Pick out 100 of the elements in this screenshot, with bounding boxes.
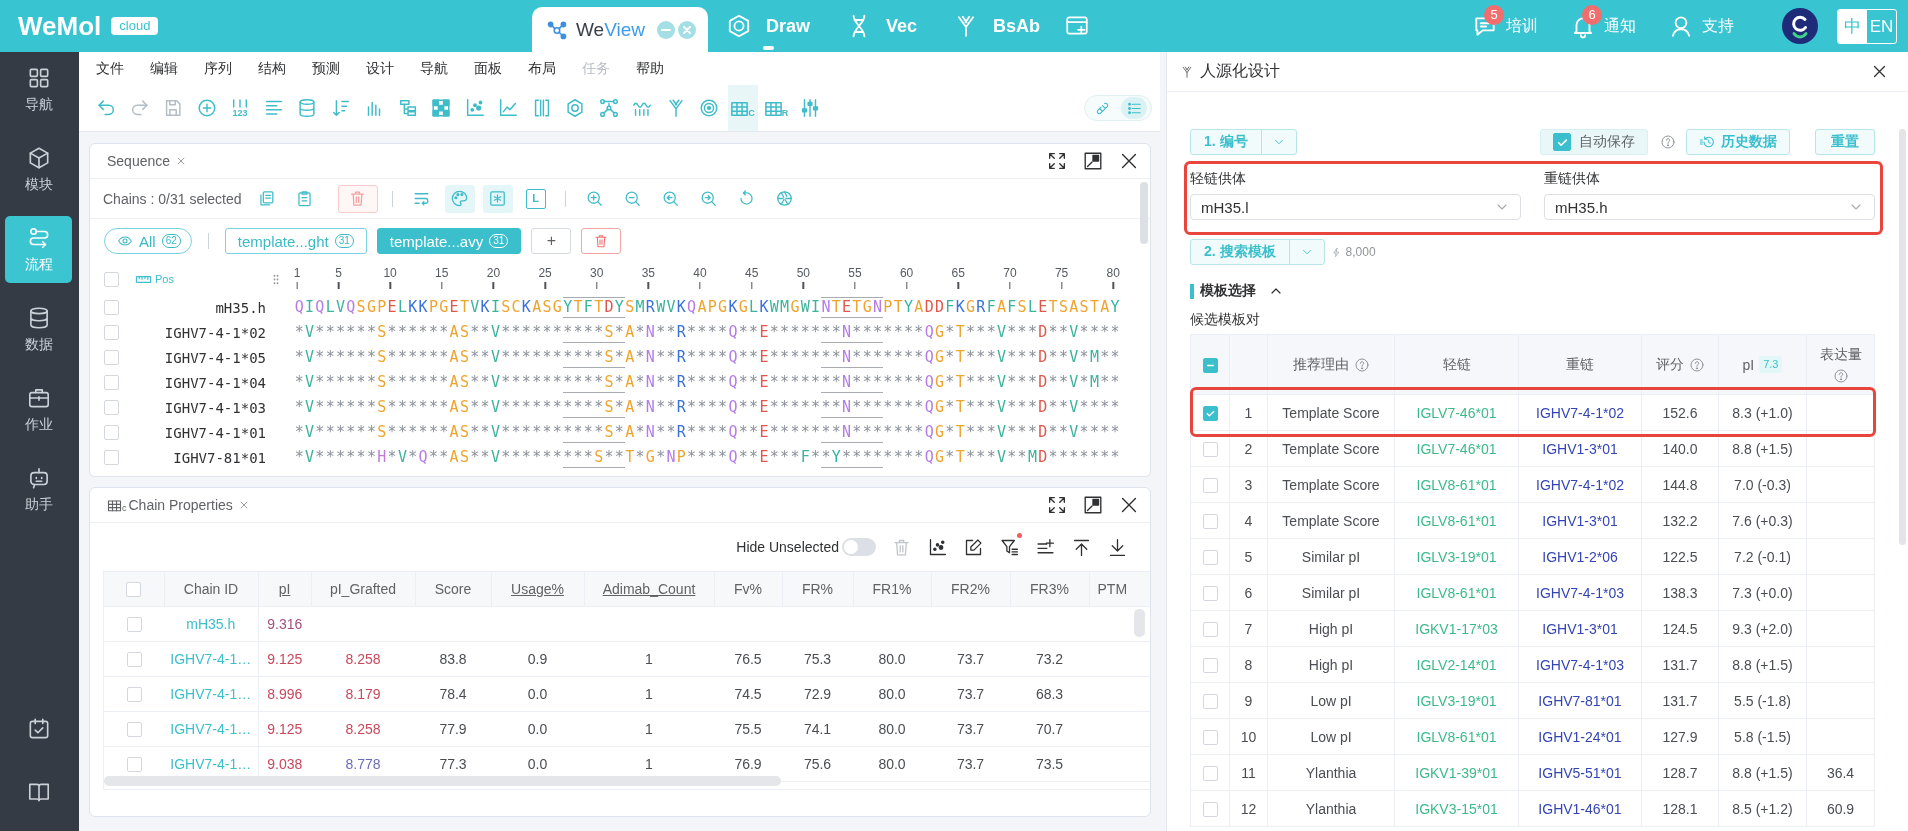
row-checkbox[interactable]	[126, 757, 142, 773]
maximize-icon[interactable]	[1082, 494, 1104, 516]
row-checkbox[interactable]	[1202, 513, 1218, 529]
table-cell: 138.3	[1662, 584, 1698, 601]
row-checkbox[interactable]	[104, 325, 119, 340]
chain-name: mH35.h	[214, 299, 266, 316]
column-header[interactable]: PTM	[1097, 581, 1128, 597]
maximize-icon[interactable]	[1082, 150, 1104, 172]
sidebar-item[interactable]: 数据	[5, 296, 72, 363]
menu-item[interactable]: 编辑	[150, 59, 178, 78]
menu-item[interactable]: 结构	[258, 59, 286, 78]
table-cell: 7.3 (+0.0)	[1732, 584, 1793, 601]
close-icon[interactable]	[1871, 63, 1888, 80]
row-checkbox[interactable]	[1202, 657, 1218, 673]
table-cell: 127.9	[1662, 728, 1698, 745]
row-checkbox[interactable]	[104, 400, 119, 415]
row-checkbox[interactable]	[1202, 621, 1218, 637]
column-header[interactable]: pI_Grafted	[329, 581, 397, 597]
row-checkbox[interactable]	[126, 652, 142, 668]
table-cell: 7.6 (+0.3)	[1732, 512, 1793, 529]
column-header[interactable]: FR2%	[951, 581, 990, 597]
row-checkbox[interactable]	[104, 425, 119, 440]
row-checkbox[interactable]	[104, 450, 119, 465]
ruler-tick: 65	[951, 266, 965, 289]
column-header[interactable]: FR1%	[872, 581, 912, 597]
expand-icon[interactable]	[1046, 494, 1068, 516]
column-header[interactable]: Adimab_Count	[602, 581, 696, 597]
row-checkbox[interactable]	[104, 350, 119, 365]
row-checkbox[interactable]	[1202, 441, 1218, 457]
section-title: 模板选择	[1200, 282, 1256, 300]
table-cell: 74.1	[803, 721, 832, 737]
menu-item[interactable]: 序列	[204, 59, 232, 78]
select-all-checkbox[interactable]	[1202, 357, 1218, 373]
help-icon[interactable]	[1660, 134, 1676, 150]
filter-button[interactable]	[998, 536, 1020, 558]
scrollbar[interactable]	[104, 776, 781, 786]
expand-icon[interactable]	[1046, 150, 1068, 172]
scrollbar[interactable]	[1140, 182, 1148, 244]
sidebar-item[interactable]: 作业	[5, 376, 72, 443]
row-number: 9	[1244, 692, 1253, 709]
scrollbar[interactable]	[1134, 609, 1145, 637]
toggle-switch[interactable]	[842, 538, 876, 556]
menu-item[interactable]: 帮助	[636, 59, 664, 78]
table-cell: 70.7	[1035, 721, 1064, 737]
sidebar-item[interactable]: 助手	[5, 456, 72, 523]
row-checkbox[interactable]	[1202, 765, 1218, 781]
help-icon[interactable]	[1832, 367, 1849, 384]
row-checkbox[interactable]	[126, 687, 142, 703]
row-checkbox[interactable]	[104, 300, 119, 315]
menu-item[interactable]: 导航	[420, 59, 448, 78]
column-header: 表达量	[1819, 345, 1862, 364]
autosave-checkbox[interactable]	[1553, 133, 1571, 151]
avatar-icon[interactable]	[1782, 8, 1818, 44]
column-header[interactable]: Chain ID	[183, 581, 239, 597]
minimize-icon[interactable]	[657, 20, 675, 39]
asterisk-button[interactable]	[482, 184, 513, 213]
menu-item[interactable]: 面板	[474, 59, 502, 78]
app-tab[interactable]: WeView	[532, 7, 708, 52]
row-checkbox[interactable]	[126, 617, 142, 633]
row-checkbox[interactable]	[1202, 693, 1218, 709]
palette-button[interactable]	[444, 184, 475, 213]
select-field[interactable]: mH35.h	[1544, 194, 1875, 220]
column-header[interactable]: FR3%	[1030, 581, 1069, 597]
list-view-button[interactable]	[1121, 97, 1147, 119]
row-checkbox[interactable]	[1202, 729, 1218, 745]
eye-icon	[117, 233, 133, 249]
select-field[interactable]: mH35.l	[1190, 194, 1521, 220]
row-checkbox[interactable]	[126, 722, 142, 738]
drag-handle-icon[interactable]	[273, 273, 279, 285]
sidebar-item[interactable]: 模块	[5, 136, 72, 203]
sequence-text: *V******S******AS**V**********S*A*N**R****Q**E*******N*******QG*T***V***D**V****	[294, 422, 1121, 443]
help-icon[interactable]	[1688, 356, 1705, 373]
menu-item[interactable]: 布局	[528, 59, 556, 78]
database-icon	[296, 97, 318, 119]
checker-grid-icon	[430, 97, 452, 119]
row-checkbox[interactable]	[1202, 549, 1218, 565]
select-all-checkbox[interactable]	[104, 271, 119, 287]
select-all-checkbox[interactable]	[126, 582, 142, 598]
panel-title: Chain Properties	[128, 497, 233, 513]
column-header[interactable]: Usage%	[511, 581, 564, 597]
delete-button[interactable]	[581, 228, 622, 254]
help-icon[interactable]	[1353, 356, 1370, 373]
sidebar-item[interactable]: 导航	[5, 56, 72, 123]
menu-item[interactable]: 设计	[366, 59, 394, 78]
column-header: pI	[1742, 356, 1755, 373]
row-checkbox[interactable]	[104, 375, 119, 390]
scrollbar[interactable]	[1899, 129, 1906, 545]
row-checkbox[interactable]	[1202, 477, 1218, 493]
column-header[interactable]: pI	[278, 581, 291, 597]
row-checkbox[interactable]	[1202, 585, 1218, 601]
column-header[interactable]: Score	[434, 581, 472, 597]
column-header[interactable]: Fv%	[734, 581, 762, 597]
column-header[interactable]: FR%	[801, 581, 834, 597]
row-checkbox[interactable]	[1202, 405, 1218, 421]
add-button[interactable]: +	[531, 228, 572, 254]
row-checkbox[interactable]	[1202, 801, 1218, 817]
history-icon	[1699, 134, 1715, 150]
menu-item[interactable]: 预测	[312, 59, 340, 78]
table-cell: Template Score	[1282, 512, 1380, 529]
menu-item[interactable]: 文件	[96, 59, 124, 78]
